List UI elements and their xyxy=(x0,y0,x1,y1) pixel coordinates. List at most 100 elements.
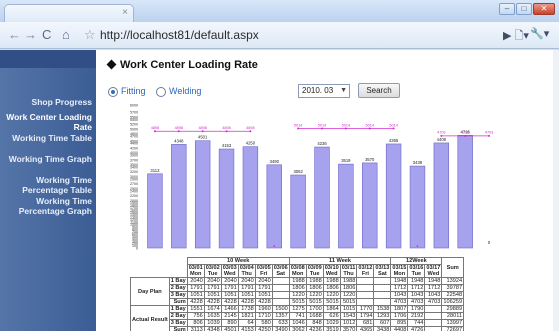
plan-zero-marker xyxy=(273,245,276,247)
table-cell: 1466 xyxy=(220,305,239,313)
date-header: 03/17 Wed xyxy=(424,264,443,278)
back-arrow-icon[interactable]: ← xyxy=(8,28,21,42)
table-cell: 1791 xyxy=(186,284,205,292)
y-tick-label: 3000 xyxy=(130,175,138,179)
day-label: Fri xyxy=(260,271,268,277)
sum-cell: 28011 xyxy=(441,312,465,320)
day-label: Mon xyxy=(291,271,304,277)
table-row: 3 Bay 806 1039 890 64 580 633 1046 848 1029 1012 68… xyxy=(131,319,465,327)
sidebar-item-work-center-loading-rate[interactable]: Work Center Loading Rate xyxy=(0,112,92,132)
wrench-menu-icon[interactable]: 🔧▾ xyxy=(530,27,549,40)
plan-marker xyxy=(440,134,443,137)
page-menu-icon[interactable]: ▶ 🗋▾ xyxy=(503,27,529,46)
table-cell xyxy=(356,291,375,299)
table-cell: 1791 xyxy=(203,284,222,292)
table-cell: 1043 xyxy=(407,291,426,299)
table-cell: 1712 xyxy=(407,284,426,292)
table-cell: 1948 xyxy=(424,277,443,285)
actual-value-label: 4365 xyxy=(389,138,399,143)
close-window-button[interactable]: ✕ xyxy=(533,3,555,15)
page-content: Shop Progress Work Center Loading Rate W… xyxy=(0,50,559,331)
reload-icon[interactable]: C xyxy=(42,28,51,42)
browser-window: × – □ ✕ ← → C ⌂ ☆ http://localhost81/def… xyxy=(0,0,559,331)
plan-value-label: 4703 xyxy=(461,131,469,135)
sidebar-item-working-time-percentage-graph[interactable]: Working Time Percentage Graph xyxy=(0,196,92,216)
sum-cell: 22548 xyxy=(441,291,465,299)
table-row: Sum 4228 4228 4228 4228 4228 5015 5015 5015 5015 4… xyxy=(131,298,465,306)
table-cell: 1051 xyxy=(203,291,222,299)
date-header: 03/16 Tue xyxy=(407,264,426,278)
actual-value-label: 3062 xyxy=(293,169,303,174)
table-cell: 741 xyxy=(288,312,307,320)
actual-bar xyxy=(385,143,402,249)
actual-bar xyxy=(194,140,211,249)
table-row: Day Plan 1 Bay 2040 2040 2040 2040 2040 1988 198… xyxy=(130,277,465,306)
sidebar-item-working-time-graph[interactable]: Working Time Graph xyxy=(0,154,92,164)
table-cell: 1220 xyxy=(339,291,358,299)
minimize-icon: – xyxy=(504,4,510,13)
table-cell: 4236 xyxy=(305,326,324,331)
y-tick-label: 6000 xyxy=(130,104,138,108)
sidebar-item-working-time-percentage-table[interactable]: Working Time Percentage Table xyxy=(0,175,92,195)
table-cell: 4703 xyxy=(407,298,426,306)
star-icon[interactable]: ☆ xyxy=(84,28,96,42)
day-label: Wed xyxy=(223,271,236,277)
plan-value-label: 5014 xyxy=(389,123,397,127)
table-cell: 1012 xyxy=(339,319,358,327)
week-header: 10 Week xyxy=(186,257,290,265)
table-cell: 1710 xyxy=(254,312,273,320)
table-row: 2 Bay 1791 1791 1791 1791 1791 1806 1806 1806 180… xyxy=(131,284,465,292)
table-cell: 1988 xyxy=(322,277,341,285)
table-cell xyxy=(271,284,290,292)
table-cell: 848 xyxy=(305,319,324,327)
table-cell: 2040 xyxy=(237,277,256,285)
bay-label: 2 Bay xyxy=(168,312,188,320)
close-icon: ✕ xyxy=(540,4,548,13)
week-header: 12Week xyxy=(390,257,443,265)
table-cell xyxy=(424,326,443,331)
plan-value-label: 5014 xyxy=(318,123,326,127)
table-cell: 1688 xyxy=(305,312,324,320)
day-label: Wed xyxy=(427,271,440,277)
y-tick-label: 5500 xyxy=(130,115,138,119)
maximize-button[interactable]: □ xyxy=(516,3,532,15)
table-cell: 1794 xyxy=(356,312,375,320)
plan-value-label: 4703 xyxy=(485,131,493,135)
minimize-button[interactable]: – xyxy=(499,3,515,15)
sum-cell: 13997 xyxy=(441,319,465,327)
y-tick-label: 3500 xyxy=(130,163,138,167)
date-header: 03/09 Tue xyxy=(305,264,324,278)
table-cell: 1051 xyxy=(220,291,239,299)
table-cell: 2192 xyxy=(407,312,426,320)
table-cell: 3438 xyxy=(373,326,392,331)
home-icon[interactable]: ⌂ xyxy=(62,28,70,42)
table-cell: 1500 xyxy=(271,305,290,313)
plan-value-label: 4898 xyxy=(222,126,230,130)
date-header: 03/08 Mon xyxy=(288,264,307,278)
table-cell: 1806 xyxy=(305,284,324,292)
actual-value-label: 3490 xyxy=(270,159,280,164)
table-cell: 626 xyxy=(322,312,341,320)
table-cell: 1635 xyxy=(203,312,222,320)
tab-close-icon[interactable]: × xyxy=(122,6,128,20)
table-cell: 1220 xyxy=(288,291,307,299)
table-cell xyxy=(424,312,443,320)
table-cell: 1960 xyxy=(254,305,273,313)
sidebar-item-working-time-table[interactable]: Working Time Table xyxy=(0,133,92,143)
table-row: 3 Bay 1051 1051 1051 1051 1051 1220 1220 1220 122… xyxy=(131,291,465,299)
y-tick-label: 2200 xyxy=(130,194,138,198)
date-header: 03/01 Mon xyxy=(186,264,205,278)
actual-bar xyxy=(433,142,450,249)
table-cell: 3570 xyxy=(339,326,358,331)
y-tick-label: 4200 xyxy=(130,146,138,150)
sum-cell: 106259 xyxy=(441,298,465,306)
actual-bar xyxy=(290,174,306,249)
browser-tab[interactable]: × xyxy=(4,4,134,22)
forward-arrow-icon[interactable]: → xyxy=(24,28,37,42)
sidebar-item-shop-progress[interactable]: Shop Progress xyxy=(0,97,92,107)
actual-bar xyxy=(171,144,187,249)
table-cell: 1051 xyxy=(254,291,273,299)
scrollbar[interactable] xyxy=(553,50,559,331)
address-bar[interactable]: http://localhost81/default.aspx xyxy=(96,27,491,44)
plan-marker xyxy=(177,130,180,133)
